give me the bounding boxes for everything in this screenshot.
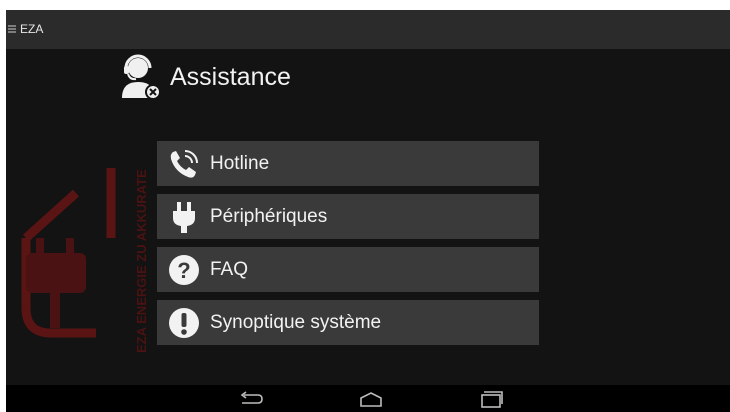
action-bar: EZA — [6, 10, 730, 49]
menu-icon[interactable] — [8, 25, 16, 33]
menu-item-synoptique[interactable]: Synoptique système — [157, 300, 539, 345]
menu-item-label: FAQ — [210, 258, 249, 280]
watermark-text: EZA ENERGIE ZU AKKURATE — [134, 169, 149, 353]
menu-item-label: Synoptique système — [210, 311, 382, 333]
plug-icon — [173, 201, 195, 233]
page-title: Assistance — [170, 62, 291, 91]
android-screen: EZA EZA ENERGIE ZU AKKURATE Assistance H… — [6, 10, 730, 412]
app-title-text: EZA — [20, 22, 44, 36]
back-icon — [240, 391, 263, 404]
recents-button[interactable] — [476, 389, 506, 409]
page-heading: Assistance — [120, 53, 291, 101]
menu-item-faq[interactable]: ? FAQ — [157, 247, 539, 292]
menu-item-peripheriques[interactable]: Périphériques — [157, 194, 539, 239]
app-title[interactable]: EZA — [8, 21, 43, 37]
home-icon — [360, 392, 382, 407]
support-agent-icon — [122, 54, 160, 100]
phone-icon — [170, 149, 198, 178]
svg-text:?: ? — [177, 258, 190, 283]
question-icon: ? — [169, 254, 199, 285]
exclamation-icon — [169, 307, 199, 338]
system-nav-bar — [6, 385, 730, 412]
home-button[interactable] — [356, 389, 386, 409]
menu-item-label: Hotline — [210, 152, 270, 174]
menu-item-hotline[interactable]: Hotline — [157, 141, 539, 186]
back-button[interactable] — [236, 389, 266, 409]
menu-item-label: Périphériques — [210, 205, 328, 227]
recents-icon — [481, 391, 503, 408]
logo-watermark: EZA ENERGIE ZU AKKURATE — [21, 168, 149, 353]
